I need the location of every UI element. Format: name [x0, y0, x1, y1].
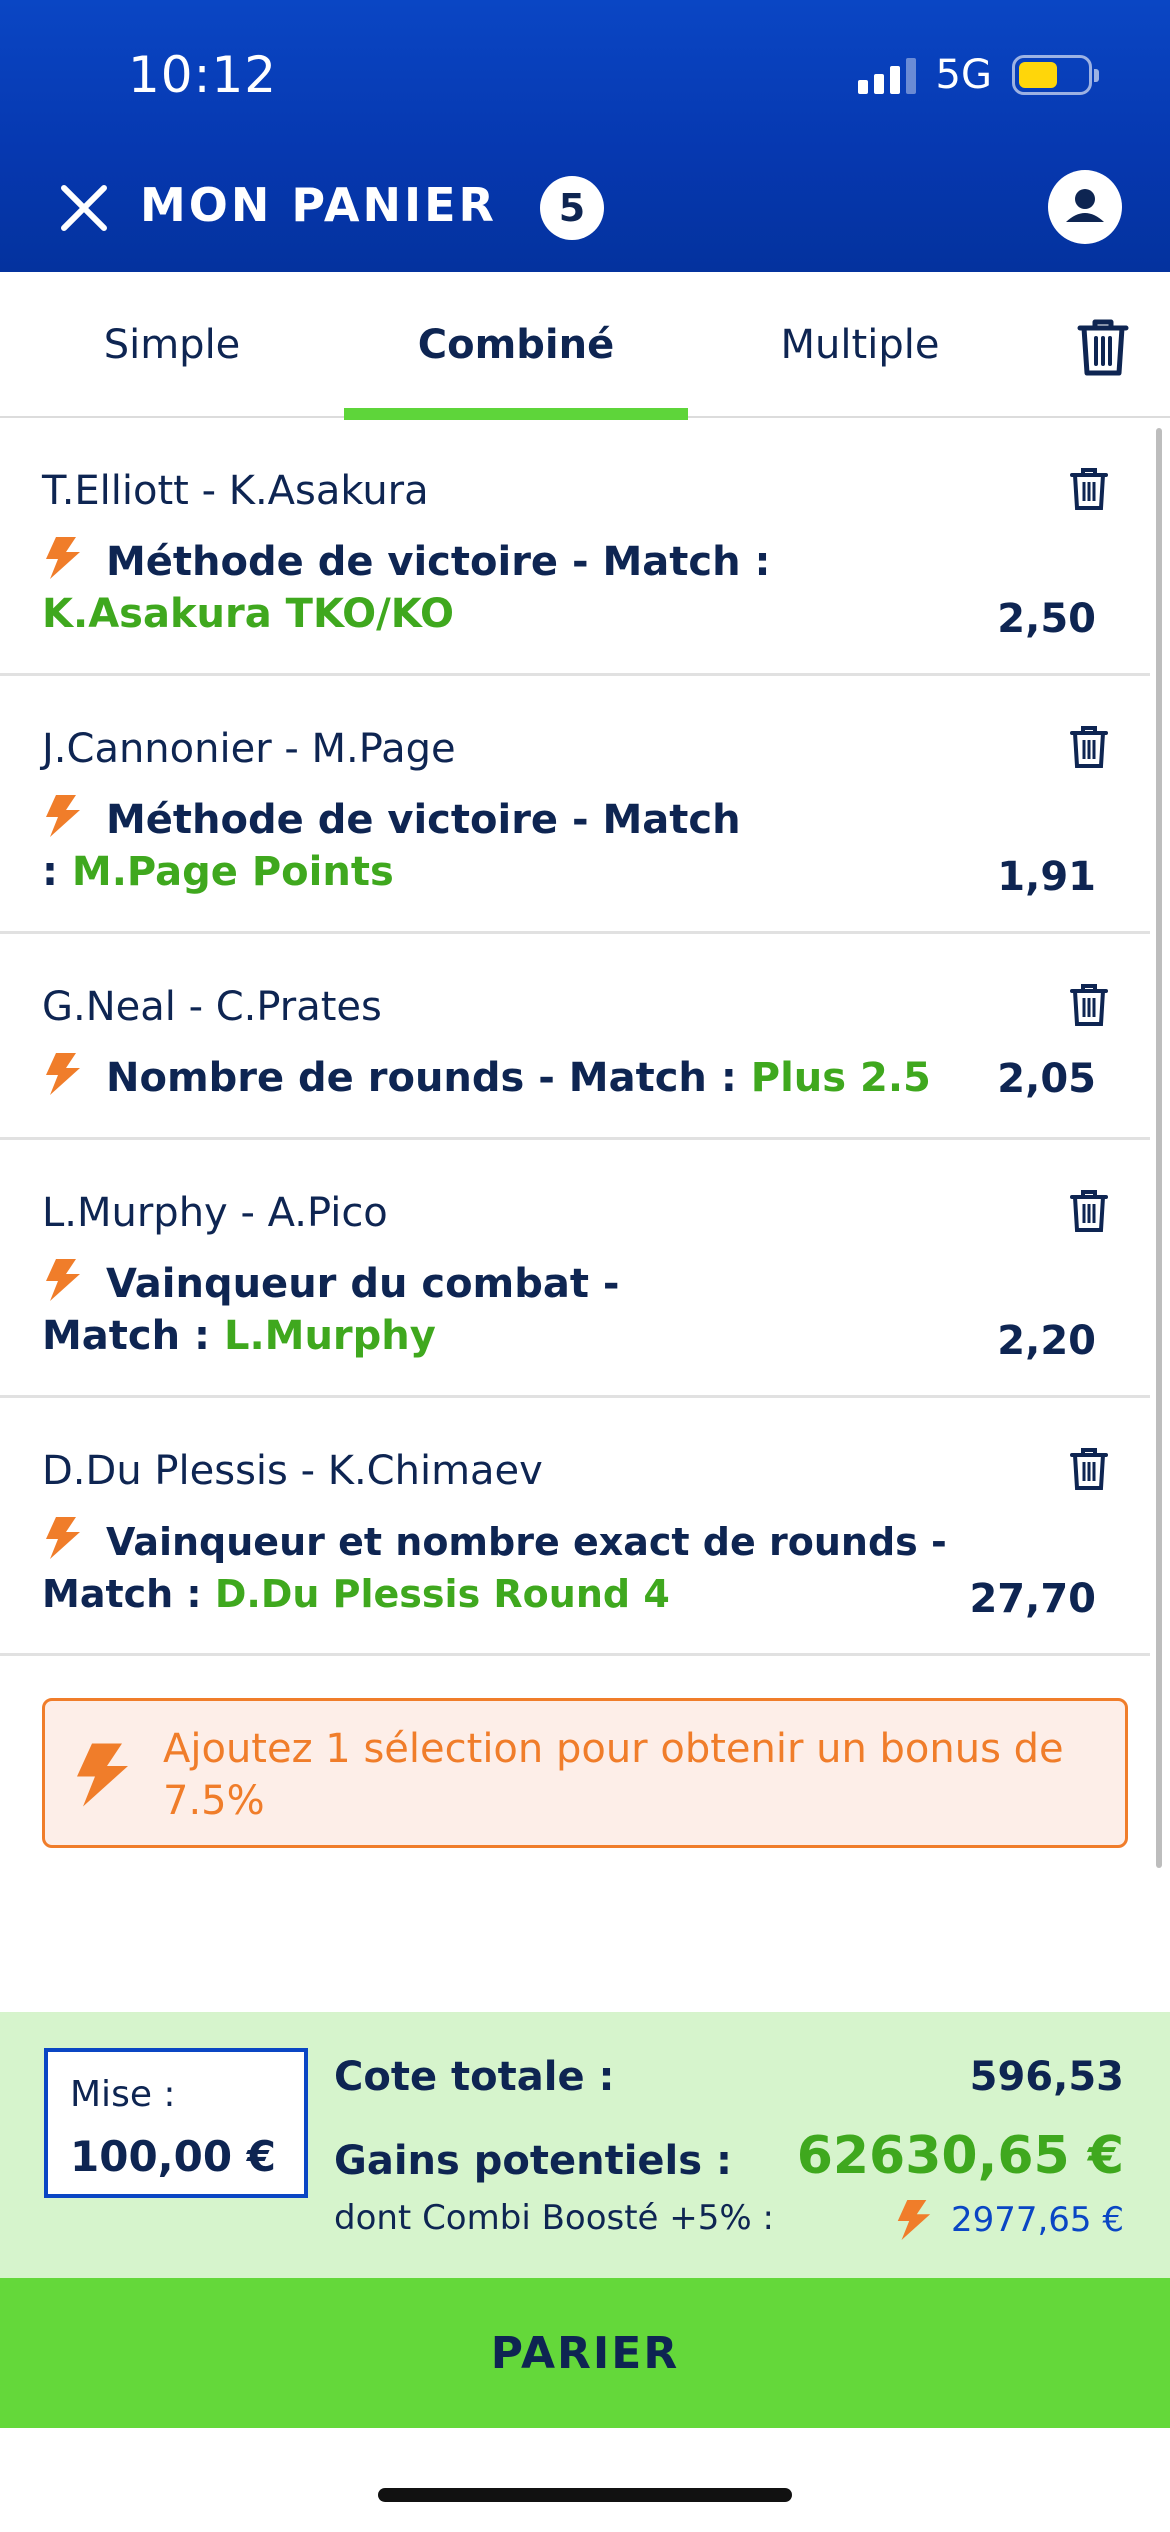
close-icon[interactable]: [56, 180, 112, 236]
bet-selection: Plus 2.5: [750, 1055, 931, 1101]
bonus-message: Ajoutez 1 sélection pour obtenir un bonu…: [163, 1726, 1064, 1824]
potential-gains-label: Gains potentiels :: [334, 2138, 732, 2184]
bet-match: G.Neal - C.Prates: [42, 984, 382, 1030]
status-time: 10:12: [128, 46, 278, 104]
stake-value: 100,00 €: [70, 2132, 276, 2181]
bet-selection: K.Asakura TKO/KO: [42, 591, 454, 637]
lightning-bolt-icon: [46, 1517, 80, 1559]
bet-odds: 2,50: [997, 596, 1096, 642]
bet-odds: 27,70: [969, 1576, 1096, 1622]
bet-market: Nombre de rounds - Match :: [106, 1055, 751, 1101]
stake-label: Mise :: [70, 2074, 176, 2115]
bet-market: Méthode de victoire - Match :: [106, 539, 771, 585]
tab-multiple[interactable]: Multiple: [688, 272, 1032, 418]
bet-description: Méthode de victoire - Match : M.Page Poi…: [42, 794, 750, 898]
bet-description: Vainqueur du combat - Match : L.Murphy: [42, 1258, 670, 1362]
home-indicator[interactable]: [378, 2488, 792, 2502]
bet-item: J.Cannonier - M.Page Méthode de victoire…: [0, 676, 1150, 934]
bet-item: D.Du Plessis - K.Chimaev Vainqueur et no…: [0, 1398, 1150, 1656]
bet-odds: 2,05: [997, 1056, 1096, 1102]
network-type: 5G: [935, 52, 992, 98]
bet-match: J.Cannonier - M.Page: [42, 726, 456, 772]
bet-selection: M.Page Points: [71, 849, 394, 895]
selection-count-badge: 5: [540, 176, 604, 240]
trash-icon[interactable]: [1068, 466, 1110, 512]
battery-icon: [1012, 55, 1099, 95]
lightning-bolt-icon: [46, 1053, 80, 1095]
lightning-bolt-icon: [46, 795, 80, 837]
total-odds-value: 596,53: [969, 2054, 1124, 2100]
status-icons: 5G: [857, 52, 1099, 98]
boost-value: 2977,65 €: [950, 2200, 1124, 2240]
lightning-bolt-icon: [897, 2200, 931, 2240]
scrollbar[interactable]: [1156, 428, 1162, 1868]
bet-summary: Mise : 100,00 € Cote totale : 596,53 Gai…: [0, 2012, 1170, 2278]
bet-description: Vainqueur et nombre exact de rounds - Ma…: [42, 1516, 1010, 1620]
potential-gains-value: 62630,65 €: [796, 2126, 1124, 2186]
tab-simple[interactable]: Simple: [0, 272, 344, 418]
bet-type-tabs: Simple Combiné Multiple: [0, 272, 1170, 420]
bet-match: L.Murphy - A.Pico: [42, 1190, 388, 1236]
user-icon: [1066, 189, 1104, 222]
bet-match: T.Elliott - K.Asakura: [42, 468, 429, 514]
bet-description: Méthode de victoire - Match : K.Asakura …: [42, 536, 980, 640]
bet-description: Nombre de rounds - Match : Plus 2.5: [42, 1052, 980, 1104]
tab-combine[interactable]: Combiné: [344, 272, 688, 420]
bet-item: L.Murphy - A.Pico Vainqueur du combat - …: [0, 1140, 1150, 1398]
bet-item: T.Elliott - K.Asakura Méthode de victoir…: [0, 418, 1150, 676]
bet-match: D.Du Plessis - K.Chimaev: [42, 1448, 543, 1494]
stake-input[interactable]: Mise : 100,00 €: [44, 2048, 308, 2198]
lightning-bolt-icon: [77, 1743, 128, 1807]
trash-icon[interactable]: [1068, 1446, 1110, 1492]
lightning-bolt-icon: [46, 1259, 80, 1301]
place-bet-button[interactable]: PARIER: [0, 2278, 1170, 2428]
page-title: MON PANIER: [140, 178, 497, 232]
bet-odds: 1,91: [997, 854, 1096, 900]
bet-selection: D.Du Plessis Round 4: [214, 1572, 670, 1616]
trash-icon[interactable]: [1074, 316, 1132, 378]
bet-selection: L.Murphy: [223, 1313, 436, 1359]
trash-icon[interactable]: [1068, 1188, 1110, 1234]
signal-icon: [857, 56, 916, 94]
header: 10:12 5G MON PANIER 5: [0, 0, 1170, 272]
bonus-banner: Ajoutez 1 sélection pour obtenir un bonu…: [42, 1698, 1128, 1848]
total-odds-label: Cote totale :: [334, 2054, 615, 2100]
account-button[interactable]: [1048, 170, 1122, 244]
lightning-bolt-icon: [46, 537, 80, 579]
boost-value-row: 2977,65 €: [893, 2200, 1124, 2240]
boost-label: dont Combi Boosté +5% :: [334, 2198, 774, 2238]
bet-item: G.Neal - C.Prates Nombre de rounds - Mat…: [0, 934, 1150, 1140]
trash-icon[interactable]: [1068, 982, 1110, 1028]
bet-odds: 2,20: [997, 1318, 1096, 1364]
trash-icon[interactable]: [1068, 724, 1110, 770]
